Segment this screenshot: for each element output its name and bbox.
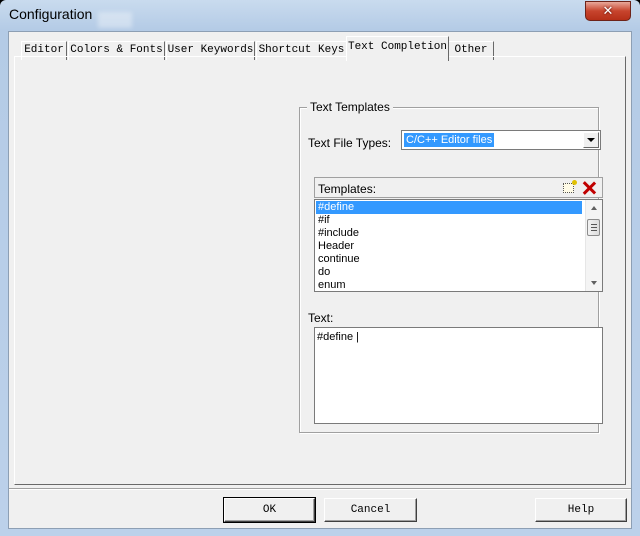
list-item[interactable]: #define: [316, 201, 582, 214]
cancel-button[interactable]: Cancel: [324, 498, 417, 522]
tab-label: Editor: [24, 44, 64, 56]
help-button[interactable]: Help: [535, 498, 627, 522]
text-file-types-dropdown-button[interactable]: [583, 132, 599, 148]
scrollbar-thumb[interactable]: [587, 219, 600, 236]
list-item[interactable]: continue: [316, 253, 582, 266]
text-file-types-value: C/C++ Editor files: [404, 133, 495, 147]
templates-scrollbar[interactable]: [585, 200, 602, 291]
tab-panel-text-completion: Text Templates Text File Types: C/C++ Ed…: [14, 56, 626, 485]
template-text-area[interactable]: #define |: [314, 327, 603, 424]
text-templates-group-label: Text Templates: [307, 100, 393, 114]
close-button[interactable]: ✕: [585, 1, 631, 21]
ok-button[interactable]: OK: [223, 497, 316, 523]
chevron-down-icon: [587, 138, 595, 142]
text-label: Text:: [308, 311, 334, 325]
chevron-down-icon: [591, 281, 597, 285]
list-item[interactable]: Header: [316, 240, 582, 253]
new-template-button[interactable]: [559, 179, 577, 196]
templates-label: Templates:: [318, 182, 377, 196]
list-item[interactable]: #include: [316, 227, 582, 240]
delete-template-icon: [582, 181, 596, 195]
text-file-types-label: Text File Types:: [308, 136, 392, 150]
title-glass-highlight: [98, 12, 132, 28]
chevron-up-icon: [591, 206, 597, 210]
tab-text-completion[interactable]: Text Completion: [346, 36, 449, 61]
tab-label: User Keywords: [167, 44, 254, 56]
tab-label: Other: [454, 44, 488, 56]
delete-template-button[interactable]: [580, 179, 598, 196]
tab-label: Text Completion: [347, 41, 448, 53]
scroll-up-button[interactable]: [586, 201, 602, 215]
text-file-types-select[interactable]: C/C++ Editor files: [401, 130, 601, 150]
list-item[interactable]: do: [316, 266, 582, 279]
scroll-down-button[interactable]: [586, 276, 602, 290]
list-item[interactable]: #if: [316, 214, 582, 227]
dialog-client-area: Editor Colors & Fonts User Keywords Shor…: [8, 31, 632, 529]
title-bar[interactable]: Configuration ✕: [0, 0, 640, 31]
tab-label: Colors & Fonts: [70, 44, 163, 56]
window-title: Configuration: [9, 6, 93, 22]
templates-list[interactable]: #define #if #include Header continue do …: [314, 199, 603, 292]
tab-label: Shortcut Keys: [258, 44, 345, 56]
list-item[interactable]: enum: [316, 279, 582, 291]
configuration-window: Configuration ✕ Editor Colors & Fonts Us…: [0, 0, 640, 536]
close-icon: ✕: [602, 3, 614, 19]
new-template-icon: [562, 179, 577, 193]
button-bar-separator: [9, 488, 631, 490]
templates-header: Templates:: [314, 177, 603, 198]
